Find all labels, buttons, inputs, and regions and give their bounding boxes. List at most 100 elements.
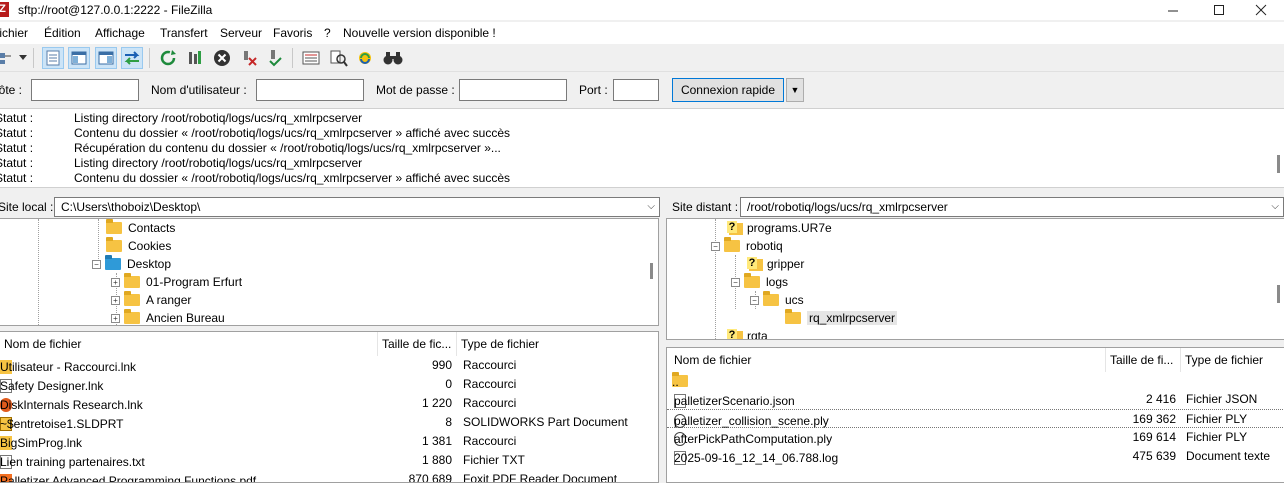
table-row[interactable]: .. — [667, 371, 1284, 390]
message-log[interactable]: Statut : Listing directory /root/robotiq/… — [0, 108, 1284, 188]
folder-icon — [744, 273, 760, 288]
collapse-icon[interactable]: − — [731, 277, 740, 287]
column-header-filesize[interactable]: Taille de fic... — [378, 332, 457, 356]
file-name: palletizer_collision_scene.ply — [674, 414, 829, 428]
menu-affichage[interactable]: Affichage — [95, 26, 145, 40]
local-path-input[interactable]: C:\Users\thoboiz\Desktop\ ⌵ — [54, 197, 660, 217]
folder-icon — [124, 291, 140, 306]
username-input[interactable] — [256, 79, 364, 101]
remote-tree-scrollbar[interactable] — [1277, 285, 1280, 303]
toggle-local-tree-button[interactable] — [68, 47, 90, 69]
log-scrollbar[interactable] — [1277, 155, 1280, 173]
search-button[interactable] — [382, 47, 404, 69]
menu-serveur[interactable]: Serveur — [220, 26, 262, 40]
tree-item-gripper[interactable]: ? gripper — [747, 255, 804, 273]
expand-icon[interactable]: + — [111, 295, 120, 305]
toggle-log-button[interactable] — [42, 47, 64, 69]
cancel-button[interactable] — [211, 47, 233, 69]
file-name: Lien training partenaires.txt — [0, 455, 145, 469]
maximize-button[interactable] — [1196, 0, 1242, 20]
remote-file-list[interactable]: Nom de fichier Taille de fi... Type de f… — [666, 347, 1284, 483]
expand-icon[interactable]: + — [111, 277, 120, 287]
file-type: Fichier PLY — [1186, 412, 1248, 426]
menu-edition[interactable]: Édition — [44, 26, 81, 40]
collapse-icon[interactable]: − — [711, 241, 720, 251]
tree-item-logs[interactable]: − logs — [731, 273, 788, 291]
remote-site-label: Site distant : — [672, 200, 739, 214]
column-header-filetype[interactable]: Type de fichier — [457, 332, 658, 356]
chevron-down-icon[interactable]: ⌵ — [647, 201, 655, 212]
table-row[interactable]: palletizerScenario.json 2 416 Fichier JS… — [667, 390, 1284, 409]
minimize-button[interactable] — [1150, 0, 1196, 20]
password-input[interactable] — [459, 79, 567, 101]
tree-item-rqta[interactable]: ? rqta — [727, 327, 768, 340]
local-file-list[interactable]: Nom de fichier Taille de fic... Type de … — [0, 331, 659, 483]
disconnect-button[interactable] — [238, 47, 260, 69]
table-row[interactable]: BigSimProg.lnk 1 381 Raccourci — [0, 432, 658, 451]
file-type: Foxit PDF Reader Document — [463, 472, 618, 483]
toggle-queue-button[interactable] — [121, 47, 143, 69]
filter-button[interactable] — [300, 47, 322, 69]
expand-icon[interactable]: + — [111, 313, 120, 323]
menu-transfert[interactable]: Transfert — [160, 26, 208, 40]
menu-favoris[interactable]: Favoris — [273, 26, 312, 40]
table-row[interactable]: Palletizer Advanced Programming Function… — [0, 470, 658, 483]
tree-item-label: Contacts — [128, 221, 176, 235]
refresh-button[interactable] — [157, 47, 179, 69]
table-row[interactable]: Lien training partenaires.txt 1 880 Fich… — [0, 451, 658, 470]
port-input[interactable] — [613, 79, 659, 101]
tree-item-ancien-bureau[interactable]: + Ancien Bureau — [111, 309, 225, 325]
remote-directory-tree[interactable]: ? programs.UR7e − robotiq ? gripper − logs −… — [666, 218, 1284, 340]
tree-item-a-ranger[interactable]: + A ranger — [111, 291, 191, 309]
collapse-icon[interactable]: − — [750, 295, 759, 305]
tree-item-rq-xmlrpcserver[interactable]: rq_xmlrpcserver — [785, 309, 898, 327]
tree-item-ucs[interactable]: − ucs — [750, 291, 804, 309]
column-header-filesize[interactable]: Taille de fi... — [1106, 348, 1181, 372]
column-header-filetype[interactable]: Type de fichier — [1181, 348, 1284, 372]
quickconnect-history-dropdown[interactable]: ▼ — [786, 78, 804, 102]
table-row[interactable]: DiskInternals Research.lnk 1 220 Raccour… — [0, 394, 658, 413]
table-row[interactable]: palletizer_collision_scene.ply 169 362 F… — [667, 409, 1284, 428]
pane-splitter[interactable] — [660, 196, 666, 482]
file-name: afterPickPathComputation.ply — [674, 432, 833, 446]
toggle-remote-tree-button[interactable] — [95, 47, 117, 69]
host-input[interactable] — [31, 79, 139, 101]
folder-icon — [763, 291, 779, 306]
site-manager-button[interactable] — [0, 47, 16, 69]
compare-button[interactable] — [328, 47, 350, 69]
table-row[interactable]: 2025-09-16_12_14_06.788.log 475 639 Docu… — [667, 447, 1284, 466]
collapse-icon[interactable]: − — [92, 259, 101, 269]
table-row[interactable]: ~$entretoise1.SLDPRT 8 SOLIDWORKS Part D… — [0, 413, 658, 432]
tree-item-contacts[interactable]: Contacts — [106, 219, 175, 237]
tree-item-label: rq_xmlrpcserver — [807, 311, 898, 325]
remote-path-input[interactable]: /root/robotiq/logs/ucs/rq_xmlrpcserver ⌵ — [740, 197, 1284, 217]
local-tree-scrollbar[interactable] — [650, 263, 653, 279]
menu-help[interactable]: ? — [324, 26, 331, 40]
toolbar-separator — [292, 48, 293, 68]
menu-fichier[interactable]: Fichier — [0, 26, 28, 40]
sync-browse-button[interactable] — [354, 47, 376, 69]
column-header-filename[interactable]: Nom de fichier — [667, 348, 1106, 372]
chevron-down-icon[interactable]: ⌵ — [1271, 201, 1279, 212]
tree-item-robotiq[interactable]: − robotiq — [711, 237, 783, 255]
tree-item-label: programs.UR7e — [747, 221, 832, 235]
process-queue-button[interactable] — [184, 47, 206, 69]
table-row[interactable]: Safety Designer.lnk 0 Raccourci — [0, 375, 658, 394]
local-directory-tree[interactable]: Contacts Cookies − Desktop +01-Program Er… — [0, 218, 659, 326]
reconnect-button[interactable] — [264, 47, 286, 69]
tree-item-desktop[interactable]: − Desktop — [92, 255, 171, 273]
quickconnect-button[interactable]: Connexion rapide — [672, 78, 784, 102]
tree-item-cookies[interactable]: Cookies — [106, 237, 171, 255]
tree-item-01-program-erfurt[interactable]: +01-Program Erfurt — [111, 273, 242, 291]
column-header-filename[interactable]: Nom de fichier — [0, 332, 378, 356]
refresh-icon — [160, 50, 176, 66]
table-row[interactable]: Utilisateur - Raccourci.lnk 990 Raccourc… — [0, 356, 658, 375]
process-queue-icon — [189, 51, 201, 64]
close-button[interactable] — [1238, 0, 1284, 20]
log-status-label: Statut : — [0, 111, 34, 125]
menu-new-version[interactable]: Nouvelle version disponible ! — [343, 26, 496, 40]
site-manager-dropdown[interactable] — [17, 47, 29, 69]
table-row[interactable]: afterPickPathComputation.ply 169 614 Fic… — [667, 428, 1284, 447]
tree-item-label: rqta — [747, 329, 768, 340]
tree-item-programs-ur7e[interactable]: ? programs.UR7e — [727, 219, 832, 237]
